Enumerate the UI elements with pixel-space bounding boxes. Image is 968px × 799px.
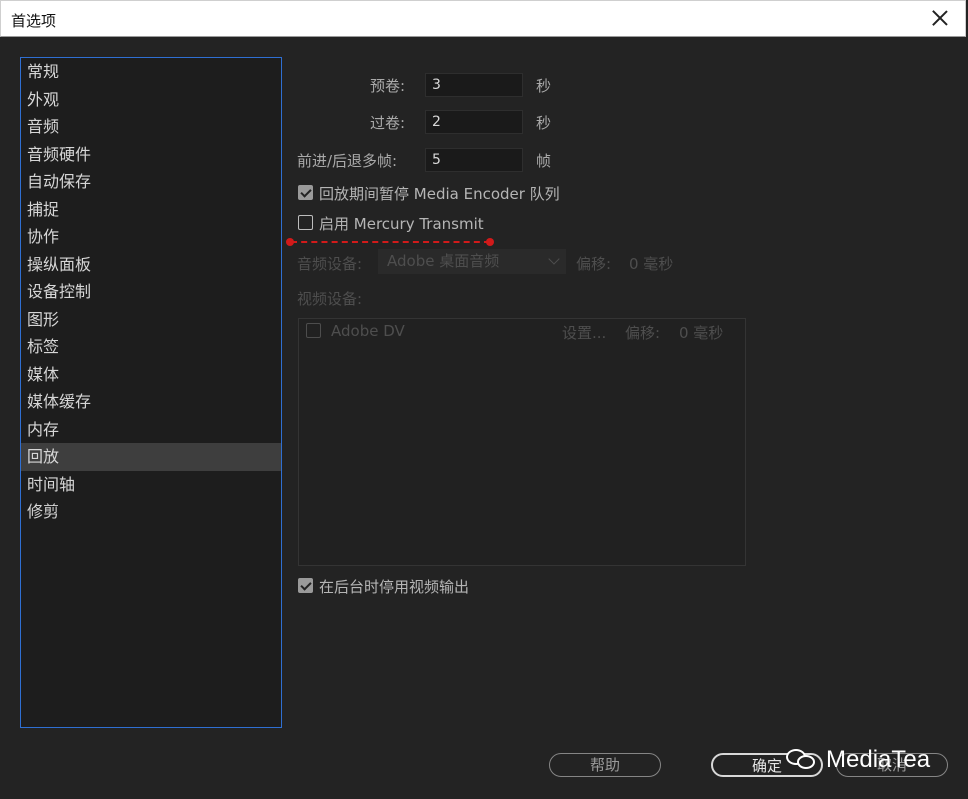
close-icon[interactable] — [929, 7, 951, 29]
window-title: 首选项 — [11, 12, 57, 30]
sidebar-item-timeline[interactable]: 时间轴 — [21, 471, 281, 499]
adobe-dv-label: Adobe DV — [331, 322, 405, 340]
watermark-text: MediaTea — [826, 746, 931, 773]
audio-device-label: 音频设备: — [297, 255, 363, 273]
adobe-dv-offset-value: 0 毫秒 — [679, 324, 724, 342]
annotation-dot-right — [486, 238, 494, 246]
sidebar-item-audio[interactable]: 音频 — [21, 113, 281, 141]
sidebar-item-collaboration[interactable]: 协作 — [21, 223, 281, 251]
mercury-transmit-label: 启用 Mercury Transmit — [319, 215, 484, 233]
mercury-transmit-checkbox[interactable] — [298, 215, 313, 230]
sidebar-item-media-cache[interactable]: 媒体缓存 — [21, 388, 281, 416]
sidebar-item-control-surface[interactable]: 操纵面板 — [21, 251, 281, 279]
preroll-unit: 秒 — [536, 77, 552, 95]
sidebar-item-auto-save[interactable]: 自动保存 — [21, 168, 281, 196]
sidebar-item-graphics[interactable]: 图形 — [21, 306, 281, 334]
title-bar: 首选项 — [0, 0, 966, 37]
sidebar-item-memory[interactable]: 内存 — [21, 416, 281, 444]
pause-encoder-checkbox[interactable] — [298, 185, 313, 200]
adobe-dv-offset-label: 偏移: — [625, 324, 661, 342]
step-frames-input[interactable]: 5 — [425, 148, 523, 172]
audio-device-select[interactable]: Adobe 桌面音频 — [378, 249, 566, 274]
pause-encoder-label: 回放期间暂停 Media Encoder 队列 — [319, 185, 560, 203]
watermark: MediaTea — [786, 745, 930, 775]
video-device-list — [298, 318, 746, 566]
postroll-label: 过卷: — [370, 114, 406, 132]
adobe-dv-settings-button[interactable]: 设置... — [562, 322, 606, 343]
sidebar-item-general[interactable]: 常规 — [21, 58, 281, 86]
audio-device-value: Adobe 桌面音频 — [387, 252, 500, 270]
category-list: 常规 外观 音频 音频硬件 自动保存 捕捉 协作 操纵面板 设备控制 图形 标签… — [20, 57, 282, 728]
wechat-icon — [786, 747, 820, 773]
sidebar-item-media[interactable]: 媒体 — [21, 361, 281, 389]
annotation-dot-left — [286, 238, 294, 246]
preroll-label: 预卷: — [370, 77, 406, 95]
annotation-dashed-line — [291, 241, 490, 243]
video-device-label: 视频设备: — [297, 290, 363, 308]
sidebar-item-device-control[interactable]: 设备控制 — [21, 278, 281, 306]
sidebar-item-labels[interactable]: 标签 — [21, 333, 281, 361]
sidebar-item-audio-hardware[interactable]: 音频硬件 — [21, 141, 281, 169]
step-frames-unit: 帧 — [536, 152, 552, 170]
adobe-dv-checkbox[interactable] — [306, 323, 321, 338]
sidebar-item-playback[interactable]: 回放 — [21, 443, 281, 471]
preroll-input[interactable]: 3 — [425, 73, 523, 97]
disable-video-bg-checkbox[interactable] — [298, 578, 313, 593]
help-button[interactable]: 帮助 — [549, 753, 661, 777]
sidebar-item-trim[interactable]: 修剪 — [21, 498, 281, 526]
postroll-unit: 秒 — [536, 114, 552, 132]
chevron-down-icon — [548, 253, 560, 265]
postroll-input[interactable]: 2 — [425, 110, 523, 134]
disable-video-bg-label: 在后台时停用视频输出 — [319, 578, 470, 596]
audio-offset-label: 偏移: — [576, 255, 612, 273]
sidebar-item-capture[interactable]: 捕捉 — [21, 196, 281, 224]
step-frames-label: 前进/后退多帧: — [297, 152, 398, 170]
audio-offset-value: 0 毫秒 — [629, 255, 674, 273]
sidebar-item-appearance[interactable]: 外观 — [21, 86, 281, 114]
